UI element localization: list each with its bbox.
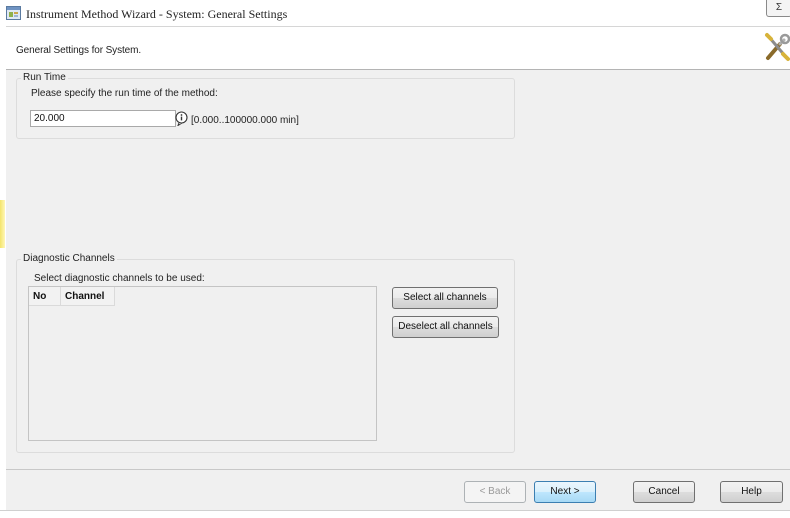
list-header: No Channel: [29, 287, 115, 306]
header-text: General Settings for System.: [16, 45, 142, 56]
cancel-button[interactable]: Cancel: [633, 481, 695, 503]
run-time-group-label: Run Time: [21, 72, 68, 83]
help-button[interactable]: Help: [720, 481, 783, 503]
diagnostic-prompt: Select diagnostic channels to be used:: [34, 273, 205, 284]
wizard-content: Run Time Please specify the run time of …: [6, 70, 790, 469]
diagnostic-group-label: Diagnostic Channels: [21, 253, 117, 264]
window-title: Instrument Method Wizard - System: Gener…: [26, 7, 288, 21]
window-bottom-edge: [0, 510, 790, 518]
wizard-footer: < Back Next > Cancel Help: [6, 469, 790, 510]
window-edge-highlight: [0, 200, 5, 248]
run-time-input[interactable]: [30, 110, 176, 127]
column-header-channel[interactable]: Channel: [61, 287, 115, 306]
diagnostic-channel-list[interactable]: No Channel: [28, 286, 377, 441]
run-time-prompt: Please specify the run time of the metho…: [31, 88, 218, 99]
select-all-channels-button[interactable]: Select all channels: [392, 287, 498, 309]
app-window-icon: [6, 6, 21, 20]
close-button[interactable]: Σ: [766, 0, 790, 17]
back-button[interactable]: < Back: [464, 481, 526, 503]
run-time-range: [0.000..100000.000 min]: [191, 115, 299, 126]
next-button[interactable]: Next >: [534, 481, 596, 503]
info-icon[interactable]: [174, 111, 189, 126]
wizard-header: General Settings for System.: [6, 26, 790, 70]
wrench-screwdriver-icon: [765, 33, 790, 61]
title-bar: Instrument Method Wizard - System: Gener…: [0, 0, 790, 26]
column-header-no[interactable]: No: [29, 287, 61, 306]
deselect-all-channels-button[interactable]: Deselect all channels: [392, 316, 499, 338]
